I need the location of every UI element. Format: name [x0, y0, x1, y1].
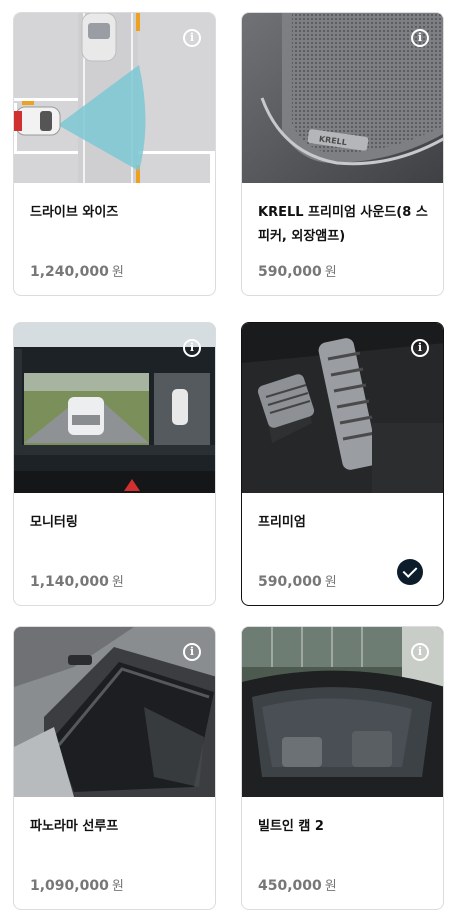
option-card-panorama-sunroof[interactable]: i 파노라마 선루프 1,090,000 원	[13, 626, 216, 910]
option-price: 1,140,000 원	[30, 574, 124, 590]
info-icon[interactable]: i	[183, 643, 201, 661]
option-card-krell-sound[interactable]: KRELL i KRELL 프리미엄 사운드(8 스피커, 외장앰프) 590,…	[241, 12, 444, 296]
info-icon[interactable]: i	[411, 643, 429, 661]
option-price: 1,240,000 원	[30, 264, 124, 280]
option-name: 파노라마 선루프	[30, 819, 119, 834]
info-icon[interactable]: i	[411, 29, 429, 47]
selected-check-icon[interactable]	[397, 559, 423, 585]
option-name: 드라이브 와이즈	[30, 205, 119, 220]
option-name: 빌트인 캠 2	[258, 819, 324, 834]
info-icon[interactable]: i	[183, 29, 201, 47]
option-card-monitoring[interactable]: i 모니터링 1,140,000 원	[13, 322, 216, 606]
option-price: 450,000 원	[258, 878, 337, 894]
info-icon[interactable]: i	[183, 339, 201, 357]
option-name: KRELL 프리미엄 사운드(8 스피커, 외장앰프)	[258, 205, 428, 244]
option-name: 프리미엄	[258, 515, 306, 530]
option-name: 모니터링	[30, 515, 78, 530]
option-price: 590,000 원	[258, 574, 337, 590]
option-card-built-in-cam[interactable]: i 빌트인 캠 2 450,000 원	[241, 626, 444, 910]
info-icon[interactable]: i	[411, 339, 429, 357]
option-card-premium[interactable]: i 프리미엄 590,000 원	[241, 322, 444, 606]
option-price: 590,000 원	[258, 264, 337, 280]
option-card-drive-wise[interactable]: i 드라이브 와이즈 1,240,000 원	[13, 12, 216, 296]
option-price: 1,090,000 원	[30, 878, 124, 894]
